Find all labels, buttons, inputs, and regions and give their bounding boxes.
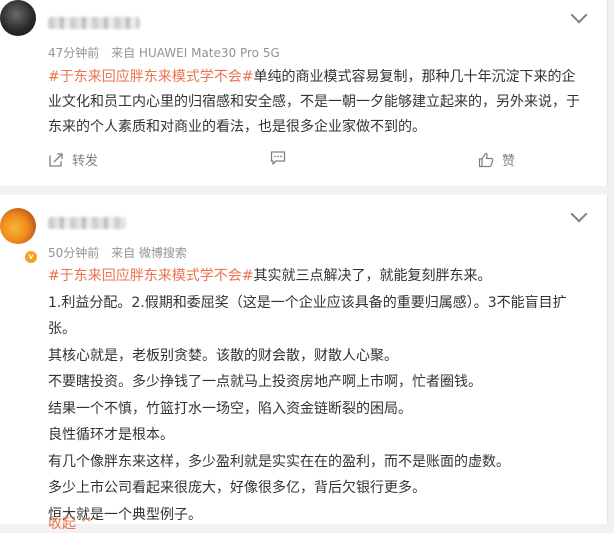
- post-content: #于东来回应胖东来模式学不会#其实就三点解决了，就能复刻胖东来。 1.利益分配。…: [48, 263, 585, 528]
- post-card: 47分钟前 来自 HUAWEI Mate30 Pro 5G #于东来回应胖东来模…: [0, 0, 608, 186]
- comment-icon: [270, 151, 286, 165]
- like-icon: [478, 152, 494, 167]
- post-paragraph: 其核心就是，老板别贪婪。该散的财会散，财散人心聚。: [48, 347, 398, 364]
- action-bar: 转发 赞: [0, 150, 607, 174]
- post-paragraph: 结果一个不慎，竹篮打水一场空，陷入资金链断裂的困局。: [48, 400, 412, 417]
- post-paragraph: 有几个像胖东来这样，多少盈利就是实实在在的盈利，而不是账面的虚数。: [48, 453, 510, 470]
- chevron-down-icon[interactable]: [570, 205, 588, 223]
- topic-link[interactable]: #于东来回应胖东来模式学不会#: [48, 69, 253, 85]
- post-meta: 50分钟前 来自 微博搜索: [48, 244, 187, 261]
- avatar[interactable]: [0, 208, 36, 244]
- post-paragraph: 良性循环才是根本。: [48, 427, 174, 443]
- post-paragraph: #于东来回应胖东来模式学不会#其实就三点解决了，就能复刻胖东来。: [48, 268, 492, 284]
- post-paragraph: 多少上市公司看起来很庞大，好像很多亿，背后欠银行更多。: [48, 480, 426, 496]
- post-time: 47分钟前: [48, 46, 100, 60]
- avatar[interactable]: [0, 0, 36, 36]
- share-icon: [49, 152, 63, 167]
- post-card: v 50分钟前 来自 微博搜索 #于东来回应胖东来模式学不会#其实就三点解决了，…: [0, 195, 608, 532]
- post-paragraph: 1.利益分配。2.假期和委屈奖（这是一个企业应该具备的重要归属感）。3不能盲目扩…: [48, 294, 567, 338]
- username-blurred[interactable]: [48, 217, 126, 229]
- post-time: 50分钟前: [48, 246, 100, 260]
- post-meta: 47分钟前 来自 HUAWEI Mate30 Pro 5G: [48, 44, 280, 61]
- chevron-down-icon[interactable]: [570, 6, 588, 24]
- post-content: #于东来回应胖东来模式学不会#单纯的商业模式容易复制，那种几十年沉淀下来的企业文…: [48, 65, 585, 140]
- verified-badge: v: [24, 250, 38, 264]
- like-button[interactable]: 赞: [478, 150, 515, 169]
- share-button[interactable]: 转发: [48, 150, 98, 169]
- topic-link[interactable]: #于东来回应胖东来模式学不会#: [48, 268, 253, 284]
- comment-button[interactable]: [270, 150, 294, 166]
- post-source: 来自 HUAWEI Mate30 Pro 5G: [111, 46, 280, 60]
- post-paragraph: 不要瞎投资。多少挣钱了一点就马上投资房地产啊上市啊，忙者圈钱。: [48, 374, 482, 390]
- post-paragraph: 恒大就是一个典型例子。: [48, 506, 202, 523]
- collapse-link[interactable]: 收起 ^: [48, 513, 92, 533]
- like-label: 赞: [502, 154, 516, 169]
- share-label: 转发: [72, 154, 99, 169]
- username-blurred[interactable]: [48, 17, 140, 29]
- post-source: 来自 微博搜索: [111, 246, 187, 260]
